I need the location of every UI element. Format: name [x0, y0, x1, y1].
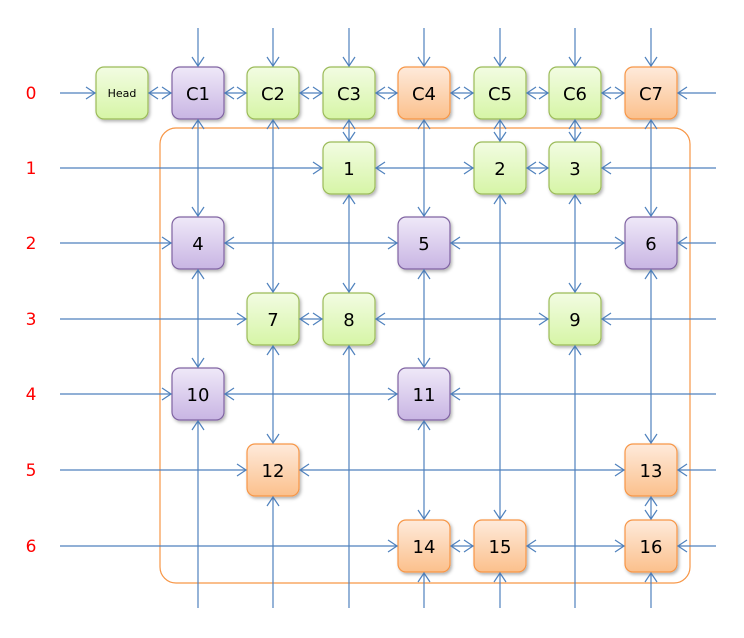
node-label: 5 [418, 234, 429, 255]
node-9: 9 [548, 292, 602, 346]
node-head: Head [95, 66, 149, 120]
node-11: 11 [397, 367, 451, 421]
node-10: 10 [171, 367, 225, 421]
node-label: 15 [489, 537, 512, 558]
row-label: 3 [26, 310, 37, 330]
node-c6: C6 [548, 66, 602, 120]
node-c1: C1 [171, 66, 225, 120]
node-label: C7 [639, 84, 663, 105]
node-label: C3 [337, 84, 361, 105]
node-label: 2 [494, 159, 505, 180]
node-label: 8 [343, 310, 354, 331]
node-13: 13 [624, 443, 678, 497]
node-label: 16 [640, 537, 663, 558]
row-label: 4 [26, 385, 37, 405]
node-c5: C5 [473, 66, 527, 120]
node-16: 16 [624, 519, 678, 573]
row-label: 2 [26, 234, 37, 254]
row-label: 6 [26, 537, 37, 557]
node-2: 2 [473, 141, 527, 195]
node-8: 8 [322, 292, 376, 346]
node-1: 1 [322, 141, 376, 195]
node-12: 12 [246, 443, 300, 497]
node-label: 13 [640, 461, 663, 482]
node-label: 11 [413, 385, 436, 406]
node-15: 15 [473, 519, 527, 573]
node-label: 9 [569, 310, 580, 331]
node-label: 6 [645, 234, 656, 255]
node-label: C2 [261, 84, 285, 105]
node-14: 14 [397, 519, 451, 573]
node-label: 1 [343, 159, 354, 180]
node-c4: C4 [397, 66, 451, 120]
row-label: 1 [26, 159, 37, 179]
row-label: 5 [26, 461, 37, 481]
node-label: C5 [488, 84, 512, 105]
node-label: C6 [563, 84, 587, 105]
node-5: 5 [397, 216, 451, 270]
node-label: 14 [413, 537, 436, 558]
node-6: 6 [624, 216, 678, 270]
node-c3: C3 [322, 66, 376, 120]
node-7: 7 [246, 292, 300, 346]
node-label: C1 [186, 84, 210, 105]
dancing-links-diagram: 0 1 2 3 4 5 6 Head C1 C2 C3 C4 C5 C6 C7 1 2 3 4 5 6 7 8 9 10 11 12… [0, 0, 744, 638]
node-c2: C2 [246, 66, 300, 120]
matrix-group-outline [159, 127, 691, 584]
node-label: 3 [569, 159, 580, 180]
node-3: 3 [548, 141, 602, 195]
node-label: 4 [192, 234, 203, 255]
node-label: 7 [267, 310, 278, 331]
row-label: 0 [26, 84, 37, 104]
diagram-canvas: 0123456Head C1 C2 C3 C4 C5 C6 C71 2 34 5 67 8 910 1112… [26, 28, 716, 608]
node-4: 4 [171, 216, 225, 270]
node-label: C4 [412, 84, 436, 105]
node-label: 10 [187, 385, 210, 406]
node-c7: C7 [624, 66, 678, 120]
node-label: 12 [262, 461, 285, 482]
node-label: Head [108, 87, 137, 100]
